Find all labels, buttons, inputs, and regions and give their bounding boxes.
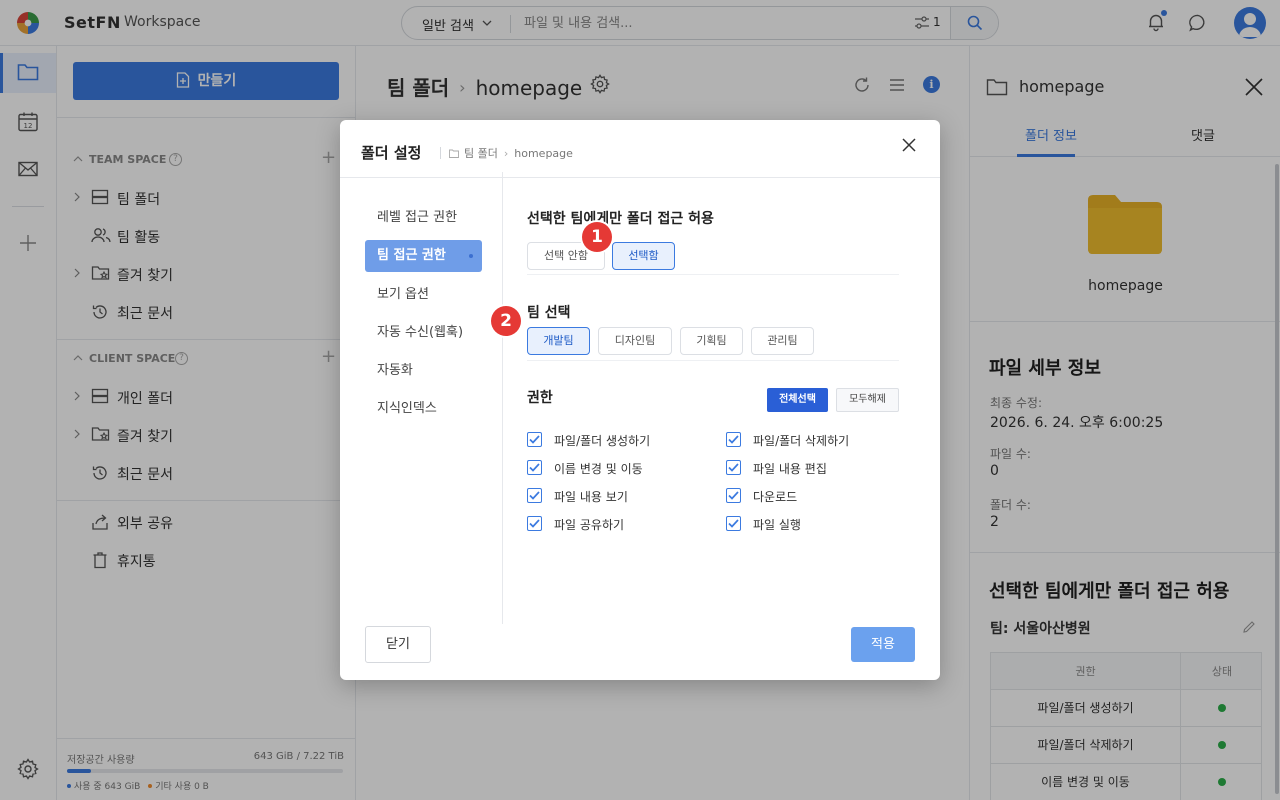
perm-label: 파일 공유하기	[554, 518, 625, 532]
check-icon	[529, 435, 540, 444]
checkbox-checked[interactable]	[726, 516, 741, 531]
section-divider	[527, 360, 899, 361]
team-design[interactable]: 디자인팀	[598, 327, 672, 355]
perm-label: 이름 변경 및 이동	[554, 462, 643, 476]
perm-label: 다운로드	[753, 490, 798, 504]
perm-label: 파일 실행	[753, 518, 801, 532]
active-dot	[469, 254, 473, 258]
checkbox-checked[interactable]	[527, 460, 542, 475]
deselect-all-button[interactable]: 모두해제	[836, 388, 899, 412]
team-heading: 팀 선택	[527, 305, 571, 321]
close-icon[interactable]	[901, 137, 917, 153]
checkbox-checked[interactable]	[726, 488, 741, 503]
crumb-current: homepage	[514, 147, 573, 160]
team-management[interactable]: 관리팀	[751, 327, 814, 355]
nav-divider	[502, 172, 503, 624]
close-button[interactable]: 닫기	[365, 626, 431, 663]
nav-team-access[interactable]: 팀 접근 권한	[365, 240, 482, 272]
option-selected[interactable]: 선택함	[612, 242, 675, 270]
dialog-header-divider	[340, 177, 940, 178]
nav-team-access-label: 팀 접근 권한	[377, 248, 446, 263]
perm-label: 파일/폴더 삭제하기	[753, 434, 850, 448]
nav-knowledge-index[interactable]: 지식인덱스	[365, 393, 482, 425]
checkbox-checked[interactable]	[527, 516, 542, 531]
checkbox-checked[interactable]	[726, 432, 741, 447]
access-heading: 선택한 팀에게만 폴더 접근 허용	[527, 211, 714, 227]
step-badge-1: 1	[582, 222, 612, 252]
check-icon	[529, 519, 540, 528]
check-icon	[529, 491, 540, 500]
chevron-right-icon: ›	[503, 147, 509, 160]
checkbox-checked[interactable]	[527, 432, 542, 447]
apply-button[interactable]: 적용	[851, 627, 915, 662]
check-icon	[728, 435, 739, 444]
team-planning[interactable]: 기획팀	[680, 327, 743, 355]
nav-view-options[interactable]: 보기 옵션	[365, 279, 482, 311]
dialog-title: 폴더 설정	[361, 144, 422, 162]
nav-automation[interactable]: 자동화	[365, 355, 482, 387]
folder-settings-dialog: 폴더 설정 팀 폴더 › homepage 레벨 접근 권한 팀 접근 권한 보기 …	[340, 120, 940, 680]
check-icon	[728, 463, 739, 472]
checkbox-checked[interactable]	[527, 488, 542, 503]
nav-level-access[interactable]: 레벨 접근 권한	[365, 202, 482, 234]
check-icon	[728, 491, 739, 500]
step-badge-2: 2	[491, 306, 521, 336]
check-icon	[728, 519, 739, 528]
select-all-button[interactable]: 전체선택	[767, 388, 828, 412]
nav-webhook[interactable]: 자동 수신(웹훅)	[365, 317, 482, 349]
perm-label: 파일 내용 편집	[753, 462, 827, 476]
perm-label: 파일/폴더 생성하기	[554, 434, 651, 448]
team-dev[interactable]: 개발팀	[527, 327, 590, 355]
check-icon	[529, 463, 540, 472]
dialog-breadcrumb: 팀 폴더 › homepage	[440, 145, 573, 161]
permissions-heading: 권한	[527, 390, 553, 406]
crumb-root: 팀 폴더	[464, 147, 498, 160]
folder-icon	[449, 149, 459, 158]
perm-label: 파일 내용 보기	[554, 490, 628, 504]
section-divider	[527, 274, 899, 275]
checkbox-checked[interactable]	[726, 460, 741, 475]
crumb-separator	[440, 147, 441, 159]
